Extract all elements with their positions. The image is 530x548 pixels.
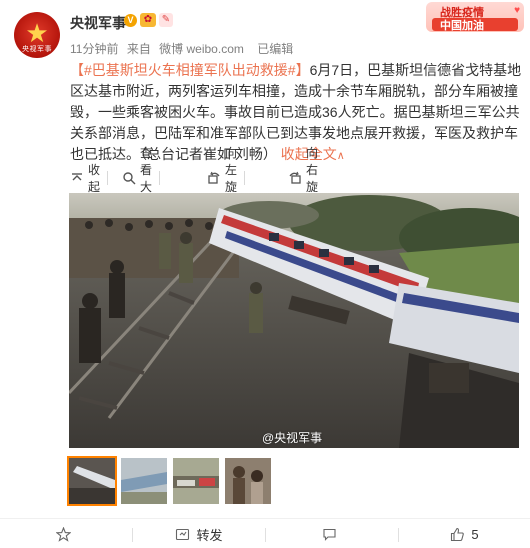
medal-badge-icon[interactable]: ✎ (159, 13, 173, 27)
comment-button[interactable] (266, 519, 398, 548)
divider (159, 171, 161, 185)
like-button[interactable]: 5 (399, 519, 530, 548)
topic-link[interactable]: 【#巴基斯坦火车相撞军队出动救援#】 (70, 62, 310, 78)
divider (107, 171, 109, 185)
repost-label: 转发 (196, 527, 223, 543)
collapse-label: 收起 (88, 163, 101, 194)
rotate-right-icon (288, 171, 302, 185)
edited-label[interactable]: 已编辑 (257, 42, 293, 56)
star-outline-icon (55, 525, 71, 542)
main-photo[interactable] (69, 193, 519, 448)
collapse-arrow-icon: ∧ (336, 150, 345, 162)
rotate-right-button[interactable]: 向右旋转 (288, 146, 318, 211)
collapse-icon (70, 171, 84, 185)
thumbnail-1[interactable] (67, 456, 117, 506)
post-time[interactable]: 11分钟前 (70, 42, 118, 56)
collapse-button[interactable]: 收起 (70, 163, 109, 194)
repost-icon (175, 527, 190, 542)
comment-icon (322, 527, 337, 542)
post-meta: 11分钟前 来自 微博 weibo.com 已编辑 (70, 40, 298, 57)
post-actions: 转发 5 (0, 518, 530, 548)
rotate-left-button[interactable]: 向左旋转 (207, 146, 246, 211)
image-watermark: @央视军事 (262, 431, 323, 445)
campaign-banner[interactable]: ♥ 战胜疫情 中国加油 (426, 2, 524, 32)
star-icon: ★ (25, 17, 49, 48)
magnifier-icon (122, 171, 136, 185)
train-crash-photo (69, 193, 519, 448)
heart-icon: ♥ (514, 5, 520, 16)
repost-button[interactable]: 转发 (133, 519, 265, 548)
thumbnail-4[interactable] (225, 458, 271, 504)
member-badge-icon[interactable]: ✿ (140, 13, 156, 27)
view-large-button[interactable]: 查看大图 (122, 146, 161, 211)
rotate-left-icon (207, 171, 221, 185)
favorite-button[interactable] (0, 519, 132, 548)
verified-badge[interactable]: V (124, 14, 137, 27)
thumbs-up-icon (450, 527, 465, 542)
thumbnail-3[interactable] (173, 458, 219, 504)
post-header: ★ 央视军事 央视军事 V ✿ ✎ 11分钟前 来自 微博 weibo.com … (0, 0, 530, 60)
thumbnail-2[interactable] (121, 458, 167, 504)
post-source-prefix: 来自 (126, 42, 151, 56)
avatar[interactable]: ★ 央视军事 (14, 12, 60, 58)
banner-line-2: 中国加油 (440, 20, 484, 32)
username-link[interactable]: 央视军事 (70, 13, 126, 33)
avatar-label: 央视军事 (22, 45, 52, 53)
post-source[interactable]: 微博 weibo.com (159, 42, 244, 56)
like-count: 5 (471, 526, 479, 542)
post-content: 【#巴基斯坦火车相撞军队出动救援#】6月7日，巴基斯坦信德省戈特基地区达基市附近… (70, 60, 522, 167)
divider (244, 171, 246, 185)
